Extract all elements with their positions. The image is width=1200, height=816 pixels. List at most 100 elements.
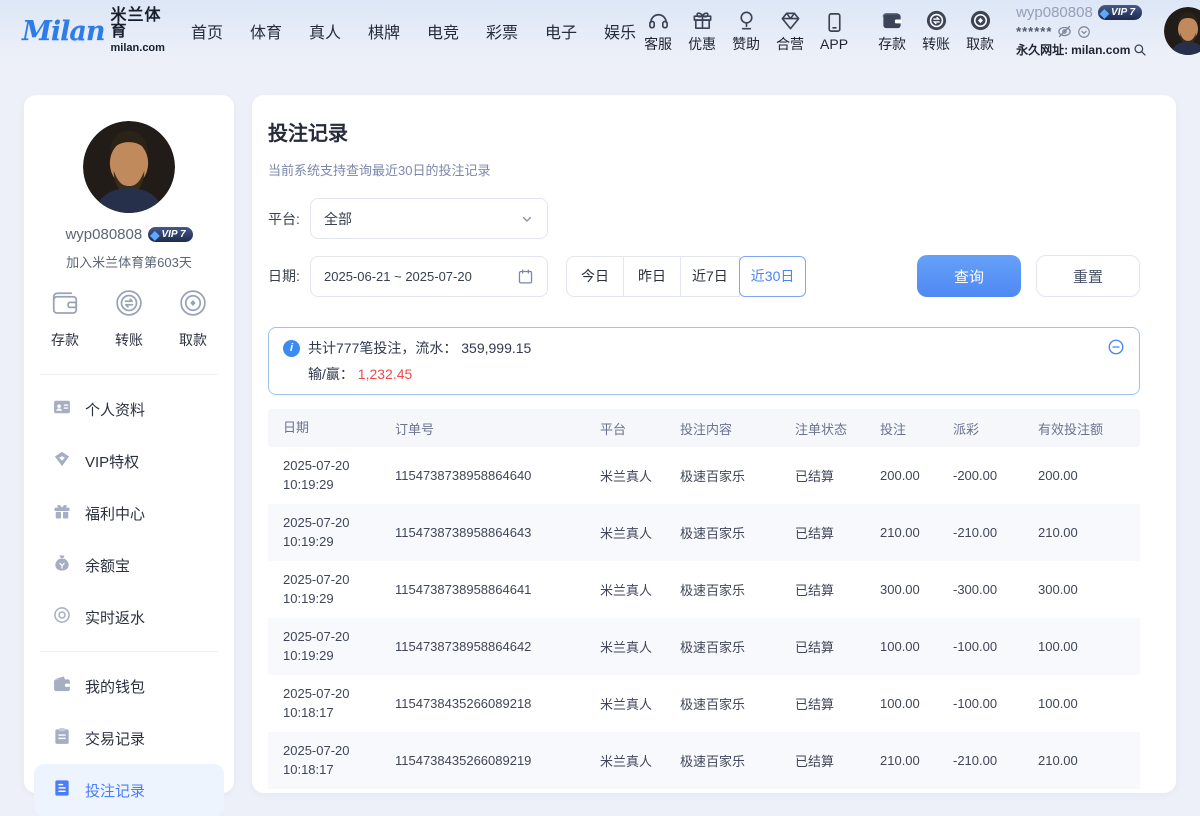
- cell-content: 极速百家乐: [680, 637, 795, 656]
- refresh-balance-icon[interactable]: [1077, 25, 1091, 39]
- site-logo[interactable]: Milan 米兰体育 milan.com: [22, 8, 165, 54]
- action-label: 存款: [51, 330, 79, 350]
- eye-off-icon[interactable]: [1057, 24, 1072, 39]
- sidebar-item-welfare[interactable]: 福利中心: [24, 487, 234, 539]
- date-range-value: 2025-06-21 ~ 2025-07-20: [324, 269, 472, 284]
- query-button[interactable]: 查询: [917, 255, 1021, 297]
- date-label: 日期:: [268, 266, 310, 286]
- cell-platform: 米兰真人: [600, 523, 680, 542]
- summary-box: i 共计777笔投注，流水： 359,999.15 输/赢： 1,232.45: [268, 327, 1140, 395]
- deposit-action[interactable]: 存款: [50, 288, 80, 350]
- rebate-icon: [52, 605, 72, 629]
- sidebar: wyp080808 ◆ VIP 7 加入米兰体育第603天 存款 转账 取款: [24, 95, 234, 793]
- cell-bet: 210.00: [880, 753, 953, 768]
- magnifier-icon[interactable]: [1133, 43, 1147, 57]
- platform-selected-value: 全部: [324, 209, 352, 229]
- nav-item-home[interactable]: 首页: [191, 19, 223, 43]
- sidebar-item-profile[interactable]: 个人资料: [24, 383, 234, 435]
- quick-link-label: 客服: [644, 34, 672, 54]
- col-status: 注单状态: [795, 419, 880, 438]
- vip-badge: ◆ VIP 7: [148, 227, 192, 242]
- cell-payout: -210.00: [953, 753, 1038, 768]
- table-body: 2025-07-2010:19:291154738738958864640 米兰真…: [268, 447, 1140, 789]
- id-card-icon: [52, 397, 72, 421]
- range-button-7days[interactable]: 近7日: [680, 256, 740, 297]
- table-row: 2025-07-2010:19:291154738738958864642米兰真…: [268, 618, 1140, 675]
- transfer-action[interactable]: 转账: [114, 288, 144, 350]
- quick-link-service[interactable]: 客服: [636, 9, 680, 54]
- range-button-30days[interactable]: 近30日: [739, 256, 807, 297]
- info-icon: i: [283, 340, 300, 357]
- date-range-input[interactable]: 2025-06-21 ~ 2025-07-20: [310, 256, 548, 297]
- quick-range-group: 今日 昨日 近7日 近30日: [566, 256, 806, 297]
- wallet-link-label: 存款: [878, 34, 906, 54]
- nav-item-esports[interactable]: 电竞: [427, 19, 459, 43]
- page-subtitle: 当前系统支持查询最近30日的投注记录: [268, 160, 1140, 179]
- cell-payout: -100.00: [953, 639, 1038, 654]
- divider: [40, 651, 218, 652]
- table-row: 2025-07-2010:19:291154738738958864641米兰真…: [268, 561, 1140, 618]
- sidebar-item-rebate[interactable]: 实时返水: [24, 591, 234, 643]
- table-header: 日期 订单号 平台 投注内容 注单状态 投注 派彩 有效投注额: [268, 409, 1140, 447]
- logo-domain-text: milan.com: [111, 43, 165, 54]
- cell-valid-bet: 100.00: [1038, 639, 1140, 654]
- sidebar-item-label: 余额宝: [85, 555, 130, 576]
- quick-link-promo[interactable]: 优惠: [680, 9, 724, 54]
- withdraw-action[interactable]: 取款: [178, 288, 208, 350]
- sidebar-item-bet-records[interactable]: 投注记录: [34, 764, 224, 816]
- quick-link-app[interactable]: APP: [812, 11, 856, 52]
- nav-item-entertainment[interactable]: 娱乐: [604, 19, 636, 43]
- cell-status: 已结算: [795, 637, 880, 656]
- cell-platform: 米兰真人: [600, 580, 680, 599]
- withdraw-icon: [178, 288, 208, 323]
- cell-order-no: 1154738738958864642: [395, 639, 600, 654]
- quick-link-sponsor[interactable]: 赞助: [724, 9, 768, 54]
- platform-select[interactable]: 全部: [310, 198, 548, 239]
- sidebar-item-label: 实时返水: [85, 607, 145, 628]
- avatar[interactable]: [83, 121, 175, 213]
- logo-cn-text: 米兰体育: [111, 8, 165, 40]
- transfer-link[interactable]: 转账: [914, 9, 958, 54]
- nav-item-sports[interactable]: 体育: [250, 19, 282, 43]
- range-button-today[interactable]: 今日: [566, 256, 624, 297]
- quick-link-label: 赞助: [732, 34, 760, 54]
- cell-platform: 米兰真人: [600, 637, 680, 656]
- main-nav: 首页 体育 真人 棋牌 电竞 彩票 电子 娱乐: [191, 19, 636, 43]
- avatar[interactable]: [1164, 7, 1200, 55]
- cell-payout: -100.00: [953, 696, 1038, 711]
- sidebar-item-wallet[interactable]: 我的钱包: [24, 660, 234, 712]
- cell-content: 极速百家乐: [680, 523, 795, 542]
- sidebar-item-yuebao[interactable]: 余额宝: [24, 539, 234, 591]
- nav-item-live[interactable]: 真人: [309, 19, 341, 43]
- sidebar-item-vip[interactable]: VIP特权: [24, 435, 234, 487]
- sidebar-item-transactions[interactable]: 交易记录: [24, 712, 234, 764]
- page-title: 投注记录: [268, 117, 1140, 146]
- collapse-icon[interactable]: [1107, 338, 1125, 356]
- logo-script-text: Milan: [22, 18, 105, 45]
- chevron-down-icon: [520, 212, 534, 226]
- table-row: 2025-07-2010:18:171154738435266089219米兰真…: [268, 732, 1140, 789]
- withdraw-link[interactable]: 取款: [958, 9, 1002, 54]
- reset-button[interactable]: 重置: [1036, 255, 1140, 297]
- nav-item-cards[interactable]: 棋牌: [368, 19, 400, 43]
- nav-item-slots[interactable]: 电子: [545, 19, 577, 43]
- range-button-yesterday[interactable]: 昨日: [623, 256, 681, 297]
- sidebar-item-label: 投注记录: [85, 780, 145, 801]
- quick-link-partner[interactable]: 合营: [768, 9, 812, 54]
- cell-date: 2025-07-2010:18:17: [268, 685, 395, 723]
- sidebar-item-label: 个人资料: [85, 399, 145, 420]
- vip-gem-icon: [52, 449, 72, 473]
- transfer-icon: [925, 9, 948, 32]
- deposit-link[interactable]: 存款: [870, 9, 914, 54]
- cell-date: 2025-07-2010:19:29: [268, 457, 395, 495]
- cell-payout: -210.00: [953, 525, 1038, 540]
- nav-item-lottery[interactable]: 彩票: [486, 19, 518, 43]
- cell-content: 极速百家乐: [680, 751, 795, 770]
- cell-order-no: 1154738738958864640: [395, 468, 600, 483]
- main-panel: 投注记录 当前系统支持查询最近30日的投注记录 平台: 全部 日期: 2025-…: [252, 95, 1176, 793]
- summary-line1: 共计777笔投注，流水： 359,999.15: [308, 338, 531, 358]
- platform-label: 平台:: [268, 209, 310, 229]
- vip-diamond-icon: ◆: [1100, 7, 1109, 19]
- vip-diamond-icon: ◆: [150, 229, 159, 241]
- table-row: 2025-07-2010:19:291154738738958864643米兰真…: [268, 504, 1140, 561]
